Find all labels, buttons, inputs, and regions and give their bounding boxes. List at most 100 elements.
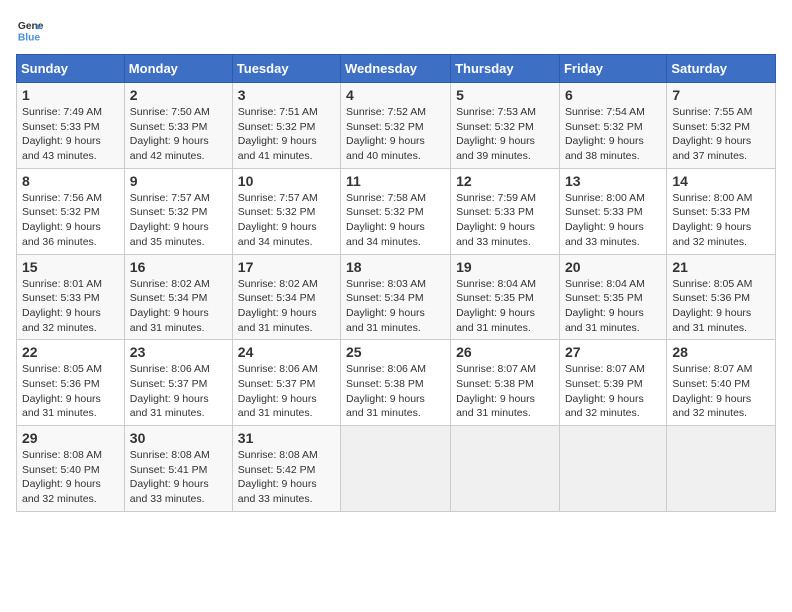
day-info: Sunrise: 8:06 AMSunset: 5:38 PMDaylight:…	[346, 362, 445, 421]
calendar-cell: 14 Sunrise: 8:00 AMSunset: 5:33 PMDayligh…	[667, 168, 776, 254]
weekday-header-tuesday: Tuesday	[232, 55, 340, 83]
day-info: Sunrise: 8:00 AMSunset: 5:33 PMDaylight:…	[672, 191, 770, 250]
calendar-cell: 31 Sunrise: 8:08 AMSunset: 5:42 PMDayligh…	[232, 426, 340, 512]
calendar-cell	[667, 426, 776, 512]
day-info: Sunrise: 7:57 AMSunset: 5:32 PMDaylight:…	[130, 191, 227, 250]
day-info: Sunrise: 8:02 AMSunset: 5:34 PMDaylight:…	[130, 277, 227, 336]
calendar-cell: 29 Sunrise: 8:08 AMSunset: 5:40 PMDayligh…	[17, 426, 125, 512]
day-info: Sunrise: 8:04 AMSunset: 5:35 PMDaylight:…	[565, 277, 661, 336]
day-info: Sunrise: 8:05 AMSunset: 5:36 PMDaylight:…	[672, 277, 770, 336]
calendar-week-5: 29 Sunrise: 8:08 AMSunset: 5:40 PMDayligh…	[17, 426, 776, 512]
day-number: 28	[672, 344, 770, 360]
calendar-cell: 21 Sunrise: 8:05 AMSunset: 5:36 PMDayligh…	[667, 254, 776, 340]
day-info: Sunrise: 7:58 AMSunset: 5:32 PMDaylight:…	[346, 191, 445, 250]
day-info: Sunrise: 8:03 AMSunset: 5:34 PMDaylight:…	[346, 277, 445, 336]
calendar-cell: 1 Sunrise: 7:49 AMSunset: 5:33 PMDaylight…	[17, 83, 125, 169]
day-number: 27	[565, 344, 661, 360]
day-number: 15	[22, 259, 119, 275]
calendar-week-4: 22 Sunrise: 8:05 AMSunset: 5:36 PMDayligh…	[17, 340, 776, 426]
day-info: Sunrise: 7:56 AMSunset: 5:32 PMDaylight:…	[22, 191, 119, 250]
calendar-cell: 27 Sunrise: 8:07 AMSunset: 5:39 PMDayligh…	[559, 340, 666, 426]
day-info: Sunrise: 8:05 AMSunset: 5:36 PMDaylight:…	[22, 362, 119, 421]
day-info: Sunrise: 8:08 AMSunset: 5:42 PMDaylight:…	[238, 448, 335, 507]
day-info: Sunrise: 8:06 AMSunset: 5:37 PMDaylight:…	[130, 362, 227, 421]
day-info: Sunrise: 7:59 AMSunset: 5:33 PMDaylight:…	[456, 191, 554, 250]
day-info: Sunrise: 8:08 AMSunset: 5:41 PMDaylight:…	[130, 448, 227, 507]
day-number: 23	[130, 344, 227, 360]
day-info: Sunrise: 7:55 AMSunset: 5:32 PMDaylight:…	[672, 105, 770, 164]
calendar-cell: 5 Sunrise: 7:53 AMSunset: 5:32 PMDaylight…	[451, 83, 560, 169]
calendar-cell: 20 Sunrise: 8:04 AMSunset: 5:35 PMDayligh…	[559, 254, 666, 340]
day-number: 18	[346, 259, 445, 275]
day-number: 17	[238, 259, 335, 275]
calendar-week-1: 1 Sunrise: 7:49 AMSunset: 5:33 PMDaylight…	[17, 83, 776, 169]
day-number: 31	[238, 430, 335, 446]
calendar-cell: 30 Sunrise: 8:08 AMSunset: 5:41 PMDayligh…	[124, 426, 232, 512]
day-number: 14	[672, 173, 770, 189]
day-info: Sunrise: 7:50 AMSunset: 5:33 PMDaylight:…	[130, 105, 227, 164]
calendar-cell: 28 Sunrise: 8:07 AMSunset: 5:40 PMDayligh…	[667, 340, 776, 426]
svg-text:General: General	[18, 21, 44, 32]
day-number: 21	[672, 259, 770, 275]
calendar-cell	[559, 426, 666, 512]
calendar-cell: 22 Sunrise: 8:05 AMSunset: 5:36 PMDayligh…	[17, 340, 125, 426]
calendar-cell	[341, 426, 451, 512]
day-info: Sunrise: 8:07 AMSunset: 5:39 PMDaylight:…	[565, 362, 661, 421]
calendar-cell: 18 Sunrise: 8:03 AMSunset: 5:34 PMDayligh…	[341, 254, 451, 340]
day-number: 20	[565, 259, 661, 275]
day-info: Sunrise: 8:07 AMSunset: 5:40 PMDaylight:…	[672, 362, 770, 421]
day-number: 26	[456, 344, 554, 360]
day-number: 6	[565, 87, 661, 103]
day-info: Sunrise: 7:53 AMSunset: 5:32 PMDaylight:…	[456, 105, 554, 164]
day-number: 12	[456, 173, 554, 189]
calendar-cell: 25 Sunrise: 8:06 AMSunset: 5:38 PMDayligh…	[341, 340, 451, 426]
day-number: 24	[238, 344, 335, 360]
day-number: 22	[22, 344, 119, 360]
day-info: Sunrise: 8:07 AMSunset: 5:38 PMDaylight:…	[456, 362, 554, 421]
day-number: 19	[456, 259, 554, 275]
day-number: 1	[22, 87, 119, 103]
calendar-cell: 26 Sunrise: 8:07 AMSunset: 5:38 PMDayligh…	[451, 340, 560, 426]
day-info: Sunrise: 7:49 AMSunset: 5:33 PMDaylight:…	[22, 105, 119, 164]
weekday-header-monday: Monday	[124, 55, 232, 83]
day-info: Sunrise: 7:57 AMSunset: 5:32 PMDaylight:…	[238, 191, 335, 250]
day-number: 30	[130, 430, 227, 446]
day-info: Sunrise: 8:06 AMSunset: 5:37 PMDaylight:…	[238, 362, 335, 421]
calendar-cell: 8 Sunrise: 7:56 AMSunset: 5:32 PMDaylight…	[17, 168, 125, 254]
day-info: Sunrise: 7:54 AMSunset: 5:32 PMDaylight:…	[565, 105, 661, 164]
calendar-week-2: 8 Sunrise: 7:56 AMSunset: 5:32 PMDaylight…	[17, 168, 776, 254]
calendar-cell	[451, 426, 560, 512]
day-number: 10	[238, 173, 335, 189]
day-number: 4	[346, 87, 445, 103]
day-info: Sunrise: 8:02 AMSunset: 5:34 PMDaylight:…	[238, 277, 335, 336]
day-number: 3	[238, 87, 335, 103]
calendar-cell: 24 Sunrise: 8:06 AMSunset: 5:37 PMDayligh…	[232, 340, 340, 426]
calendar-cell: 9Sunrise: 7:57 AMSunset: 5:32 PMDaylight…	[124, 168, 232, 254]
calendar-cell: 23 Sunrise: 8:06 AMSunset: 5:37 PMDayligh…	[124, 340, 232, 426]
calendar-cell: 3 Sunrise: 7:51 AMSunset: 5:32 PMDaylight…	[232, 83, 340, 169]
calendar-cell: 15 Sunrise: 8:01 AMSunset: 5:33 PMDayligh…	[17, 254, 125, 340]
svg-text:Blue: Blue	[18, 32, 41, 43]
day-info: Sunrise: 8:04 AMSunset: 5:35 PMDaylight:…	[456, 277, 554, 336]
day-info: Sunrise: 8:08 AMSunset: 5:40 PMDaylight:…	[22, 448, 119, 507]
weekday-header-wednesday: Wednesday	[341, 55, 451, 83]
day-info: Sunrise: 8:01 AMSunset: 5:33 PMDaylight:…	[22, 277, 119, 336]
day-info: Sunrise: 7:51 AMSunset: 5:32 PMDaylight:…	[238, 105, 335, 164]
day-number: 2	[130, 87, 227, 103]
day-number: 5	[456, 87, 554, 103]
weekday-header-friday: Friday	[559, 55, 666, 83]
calendar-cell: 16Sunrise: 8:02 AMSunset: 5:34 PMDayligh…	[124, 254, 232, 340]
day-number: 29	[22, 430, 119, 446]
day-info: Sunrise: 8:00 AMSunset: 5:33 PMDaylight:…	[565, 191, 661, 250]
day-number: 11	[346, 173, 445, 189]
calendar-table: SundayMondayTuesdayWednesdayThursdayFrid…	[16, 54, 776, 512]
day-number: 13	[565, 173, 661, 189]
day-number: 7	[672, 87, 770, 103]
logo: General Blue	[16, 16, 48, 44]
day-info: Sunrise: 7:52 AMSunset: 5:32 PMDaylight:…	[346, 105, 445, 164]
weekday-header-sunday: Sunday	[17, 55, 125, 83]
calendar-cell: 4 Sunrise: 7:52 AMSunset: 5:32 PMDaylight…	[341, 83, 451, 169]
calendar-cell: 12 Sunrise: 7:59 AMSunset: 5:33 PMDayligh…	[451, 168, 560, 254]
day-number: 25	[346, 344, 445, 360]
day-number: 8	[22, 173, 119, 189]
